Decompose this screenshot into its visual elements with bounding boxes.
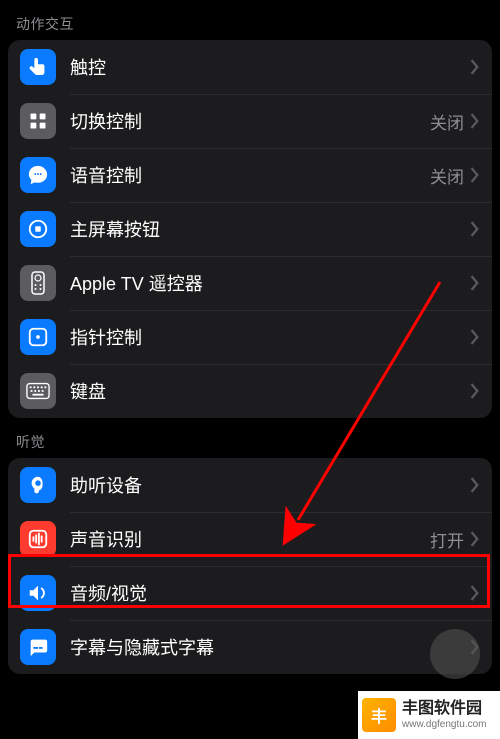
row-label: 语音控制 xyxy=(70,162,430,188)
watermark-logo-icon: 丰 xyxy=(362,698,396,732)
list-hearing: 助听设备 声音识别 打开 音频/视觉 字幕与隐藏式字幕 xyxy=(8,458,492,674)
chevron-right-icon xyxy=(470,329,480,345)
chevron-right-icon xyxy=(470,221,480,237)
row-home-button[interactable]: 主屏幕按钮 xyxy=(8,202,492,256)
row-keyboard[interactable]: 键盘 xyxy=(8,364,492,418)
row-value: 打开 xyxy=(430,527,464,552)
row-switch-control[interactable]: 切换控制 关闭 xyxy=(8,94,492,148)
home-button-icon xyxy=(20,211,56,247)
chevron-right-icon xyxy=(470,383,480,399)
pointer-control-icon xyxy=(20,319,56,355)
sound-recognition-icon xyxy=(20,521,56,557)
subtitles-icon xyxy=(20,629,56,665)
audio-visual-icon xyxy=(20,575,56,611)
chevron-right-icon xyxy=(470,531,480,547)
watermark-url: www.dgfengtu.com xyxy=(402,719,487,731)
row-subtitles[interactable]: 字幕与隐藏式字幕 xyxy=(8,620,492,674)
row-pointer-control[interactable]: 指针控制 xyxy=(8,310,492,364)
row-value: 关闭 xyxy=(430,109,464,134)
chevron-right-icon xyxy=(470,59,480,75)
row-label: 切换控制 xyxy=(70,108,430,134)
row-label: 触控 xyxy=(70,54,470,80)
chevron-right-icon xyxy=(470,585,480,601)
assistive-touch-button[interactable] xyxy=(430,629,480,679)
list-interaction: 触控 切换控制 关闭 语音控制 关闭 主屏幕按钮 Apple TV 遥控器 xyxy=(8,40,492,418)
section-header-hearing: 听觉 xyxy=(0,418,500,458)
chevron-right-icon xyxy=(470,113,480,129)
chevron-right-icon xyxy=(470,477,480,493)
row-label: 字幕与隐藏式字幕 xyxy=(70,634,470,660)
watermark-title: 丰图软件园 xyxy=(402,699,487,718)
row-label: 助听设备 xyxy=(70,472,470,498)
keyboard-icon xyxy=(20,373,56,409)
hearing-devices-icon xyxy=(20,467,56,503)
chevron-right-icon xyxy=(470,275,480,291)
section-header-interaction: 动作交互 xyxy=(0,0,500,40)
row-apple-tv-remote[interactable]: Apple TV 遥控器 xyxy=(8,256,492,310)
touch-icon xyxy=(20,49,56,85)
row-sound-recognition[interactable]: 声音识别 打开 xyxy=(8,512,492,566)
row-audio-visual[interactable]: 音频/视觉 xyxy=(8,566,492,620)
row-voice-control[interactable]: 语音控制 关闭 xyxy=(8,148,492,202)
switch-control-icon xyxy=(20,103,56,139)
row-label: 键盘 xyxy=(70,378,470,404)
row-label: 声音识别 xyxy=(70,526,430,552)
row-label: Apple TV 遥控器 xyxy=(70,270,470,296)
row-label: 指针控制 xyxy=(70,324,470,350)
apple-tv-remote-icon xyxy=(20,265,56,301)
watermark: 丰 丰图软件园 www.dgfengtu.com xyxy=(358,691,500,739)
row-label: 音频/视觉 xyxy=(70,580,470,606)
voice-control-icon xyxy=(20,157,56,193)
chevron-right-icon xyxy=(470,167,480,183)
row-hearing-devices[interactable]: 助听设备 xyxy=(8,458,492,512)
row-value: 关闭 xyxy=(430,163,464,188)
row-touch[interactable]: 触控 xyxy=(8,40,492,94)
row-label: 主屏幕按钮 xyxy=(70,216,470,242)
